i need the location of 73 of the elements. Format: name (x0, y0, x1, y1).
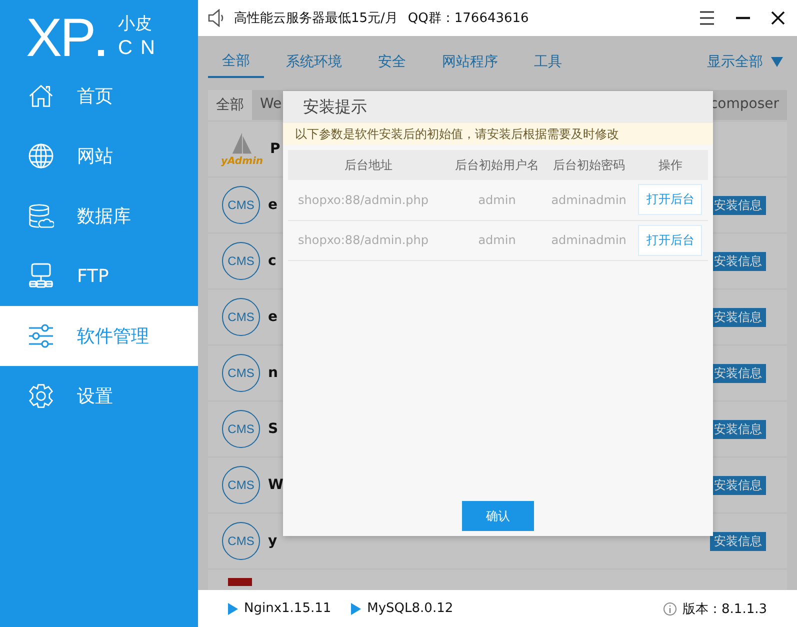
sidebar-item[interactable]: FTP (0, 246, 198, 306)
home-icon (28, 83, 54, 109)
sliders-icon (28, 323, 54, 349)
qq-group-text: QQ群：176643616 (408, 10, 529, 27)
software-name: n (268, 365, 278, 381)
install-info-button[interactable]: 安装信息 (710, 308, 766, 326)
close-icon[interactable] (771, 11, 785, 25)
caret-icon (771, 56, 783, 68)
table-cell: shopxo:88/admin.php (288, 220, 450, 260)
category-tab[interactable]: 网站程序 (428, 47, 512, 77)
category-tab[interactable]: 工具 (520, 47, 576, 77)
install-info-button[interactable]: 安装信息 (710, 196, 766, 214)
network-icon (28, 263, 54, 289)
column-header: 后台地址 (288, 150, 450, 180)
cms-logo: CMS (222, 466, 260, 504)
sidebar-item[interactable]: 软件管理 (0, 306, 198, 366)
notice-text: 以下参数是软件安装后的初始值，请安装后根据需要及时修改 (283, 123, 713, 145)
software-name: W (268, 477, 284, 493)
info-icon (662, 602, 677, 616)
dialog-title: 安装提示 (283, 91, 713, 123)
table-cell: adminadmin (544, 180, 633, 220)
cms-logo: CMS (222, 410, 260, 448)
column-header: 后台初始用户名 (449, 150, 545, 180)
software-name: P (270, 141, 280, 157)
category-tab[interactable]: 安全 (364, 47, 420, 77)
cms-logo: CMS (222, 242, 260, 280)
service-label: Nginx1.15.11 (244, 601, 332, 616)
globe-icon (28, 143, 54, 169)
logo-mark: XP (26, 10, 94, 66)
service-label: MySQL8.0.12 (367, 601, 454, 616)
speaker-icon[interactable] (208, 9, 224, 27)
software-name: y (268, 533, 278, 549)
install-info-button[interactable]: 安装信息 (710, 476, 766, 494)
promo-text: 高性能云服务器最低15元/月 (234, 10, 398, 27)
category-tab[interactable]: 系统环境 (272, 47, 356, 77)
sidebar-item[interactable]: 首页 (0, 66, 198, 126)
cms-logo: CMS (222, 186, 260, 224)
install-info-button[interactable]: 安装信息 (710, 364, 766, 382)
open-admin-button[interactable]: 打开后台 (638, 224, 702, 256)
open-admin-button[interactable]: 打开后台 (638, 184, 702, 216)
software-name: c (268, 253, 276, 269)
cms-logo: CMS (222, 522, 260, 560)
software-name: e (268, 197, 278, 213)
database-cloud-icon (28, 203, 54, 229)
table-cell: shopxo:88/admin.php (288, 180, 450, 220)
logo-subtitle: 小皮 (118, 13, 154, 36)
play-icon[interactable] (351, 602, 362, 614)
software-name: e (268, 309, 278, 325)
cms-logo: CMS (222, 354, 260, 392)
sidebar-item[interactable]: 网站 (0, 126, 198, 186)
play-icon[interactable] (228, 602, 238, 614)
show-all-dropdown[interactable]: 显示全部 (707, 53, 783, 71)
table-cell: admin (449, 180, 545, 220)
sidebar-item[interactable]: 数据库 (0, 186, 198, 246)
settings-icon (28, 383, 54, 409)
confirm-button[interactable]: 确认 (462, 501, 534, 531)
logo-subtitle: CN (118, 36, 163, 60)
sidebar-item[interactable]: 设置 (0, 366, 198, 426)
yadmin-logo: yAdmin (222, 132, 262, 166)
cms-logo: CMS (222, 298, 260, 336)
install-info-button[interactable]: 安装信息 (710, 420, 766, 438)
logo-icon (228, 578, 252, 586)
software-name: S (268, 421, 278, 437)
column-header: 后台初始密码 (544, 150, 633, 180)
install-info-button[interactable]: 安装信息 (710, 532, 766, 550)
category-tab[interactable]: 全部 (208, 46, 264, 78)
table-cell: adminadmin (544, 220, 633, 260)
version-text: 版本：8.1.1.3 (682, 600, 767, 618)
menu-icon[interactable] (699, 11, 715, 25)
sub-tab[interactable]: 全部 (208, 90, 252, 120)
table-cell: admin (449, 220, 545, 260)
install-info-button[interactable]: 安装信息 (710, 252, 766, 270)
column-header: 操作 (632, 150, 708, 180)
